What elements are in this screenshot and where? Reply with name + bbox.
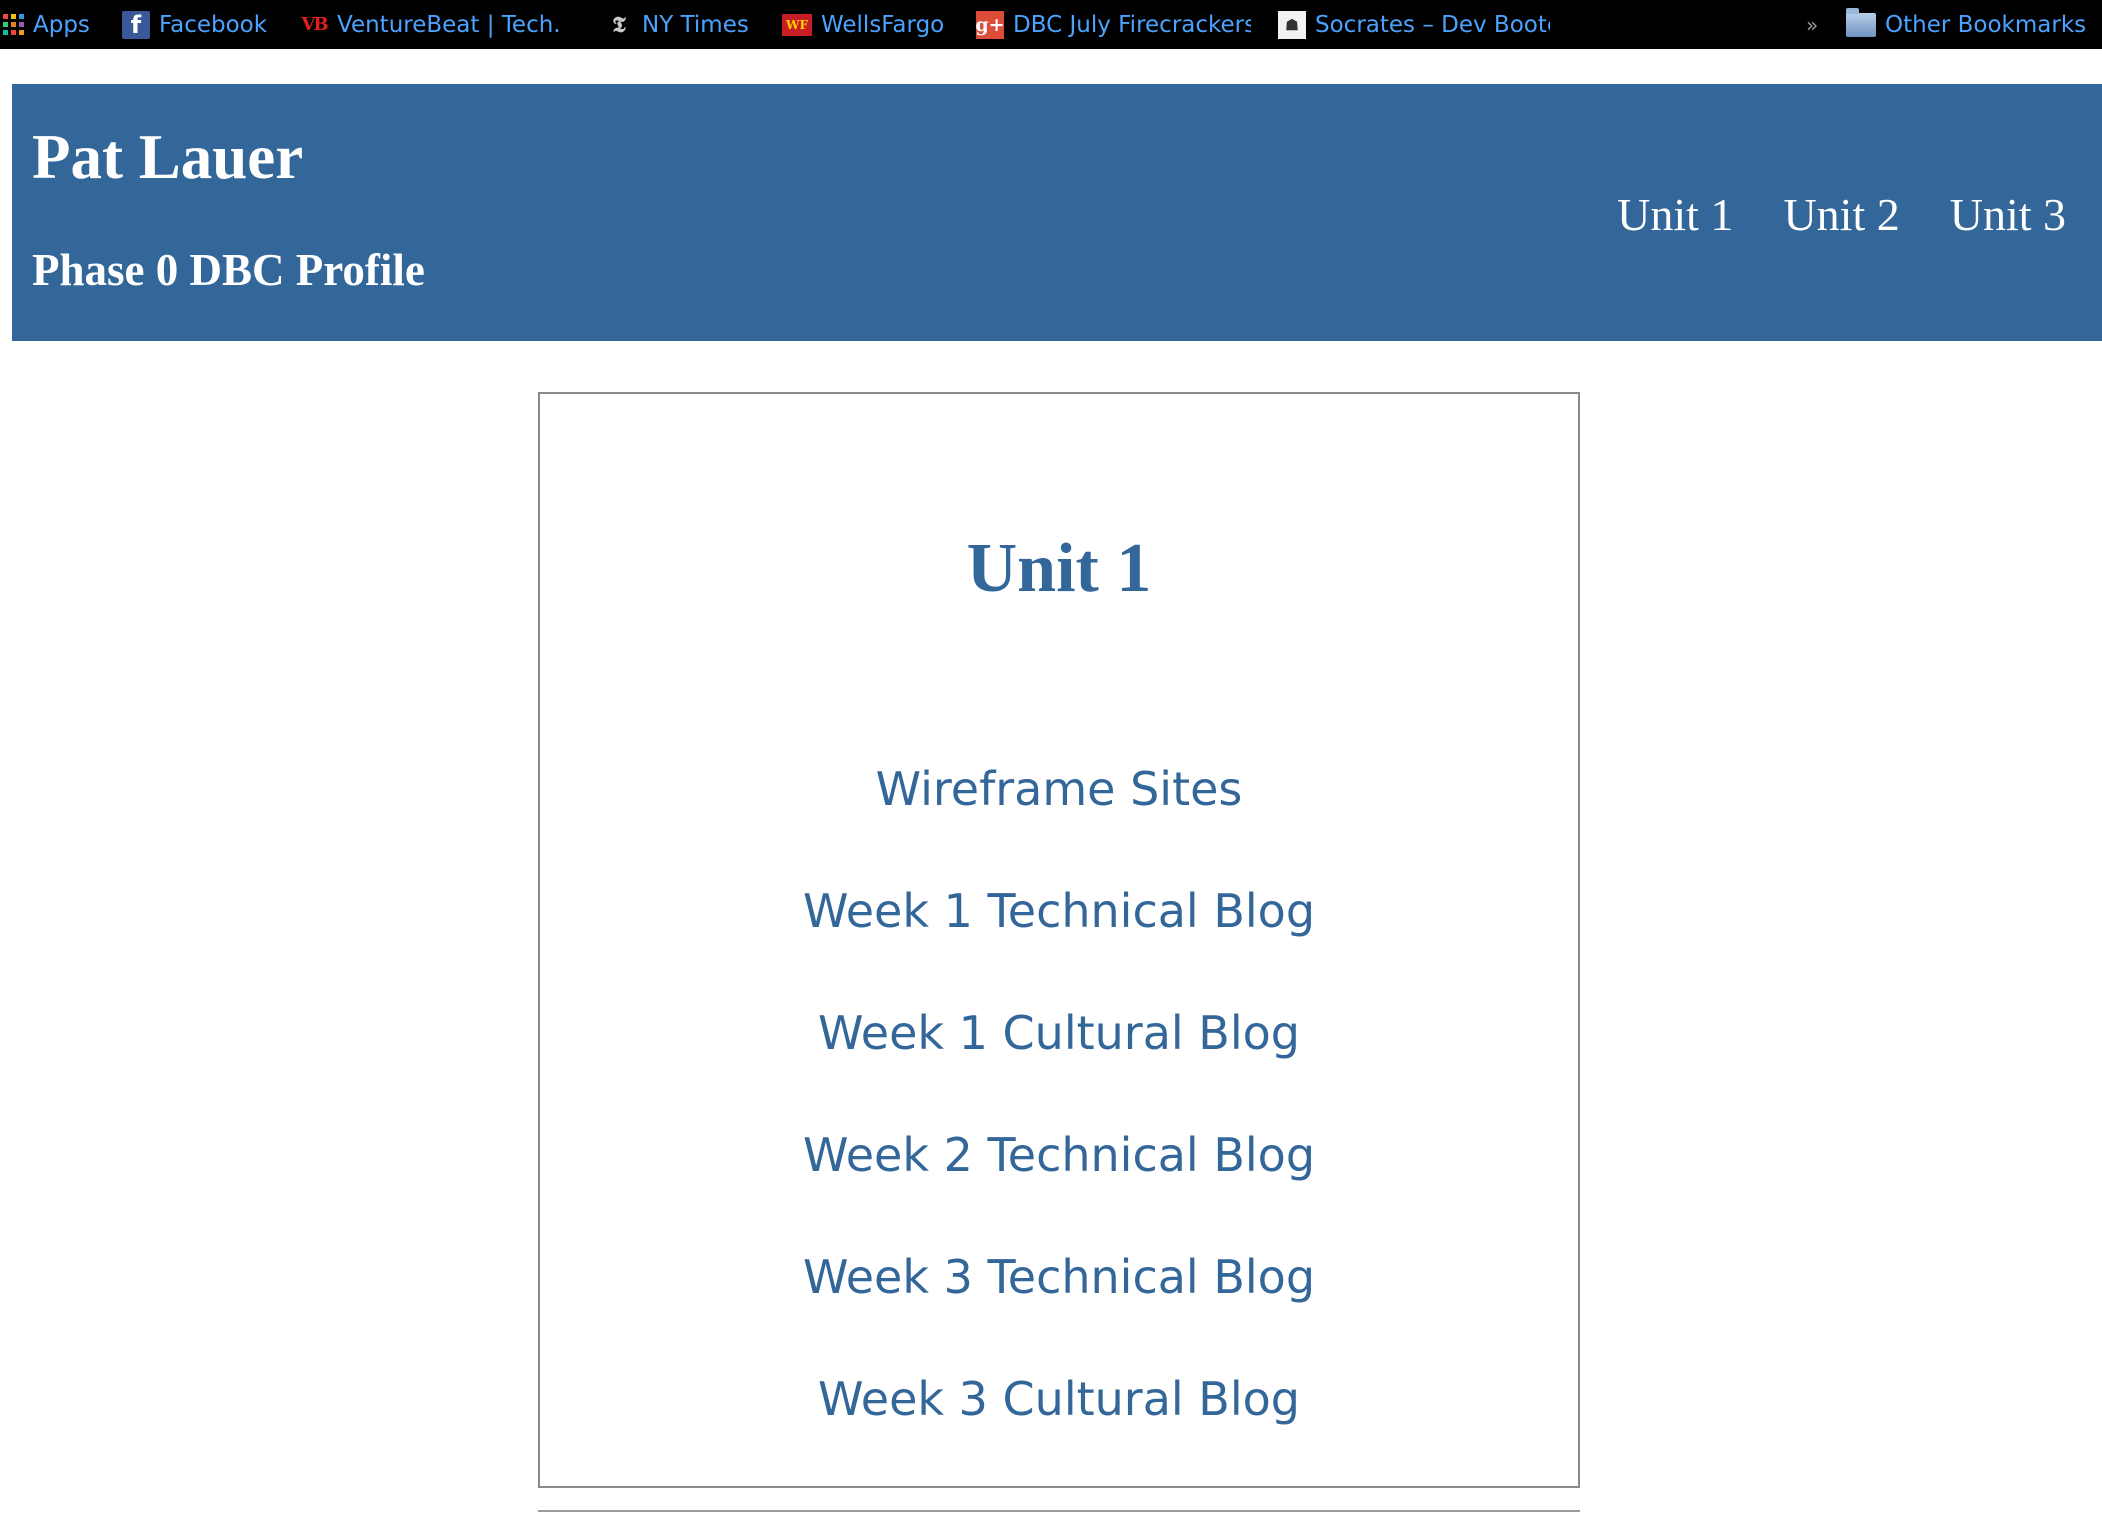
folder-icon	[1846, 7, 1876, 37]
wellsfargo-icon: WF	[782, 13, 812, 36]
bookmark-label: NY Times	[642, 11, 749, 38]
site-header: Pat Lauer Phase 0 DBC Profile Unit 1 Uni…	[12, 84, 2102, 341]
other-bookmarks-label: Other Bookmarks	[1885, 11, 2087, 38]
bookmark-label: VentureBeat | Tech.	[337, 11, 561, 38]
other-bookmarks[interactable]: Other Bookmarks	[1846, 0, 2096, 49]
bookmark-socrates[interactable]: ☗ Socrates – Dev Bootc	[1278, 0, 1550, 49]
bookmarks-bar: Apps f Facebook VB VentureBeat | Tech. 𝕿…	[0, 0, 2102, 49]
bookmark-label: Facebook	[159, 11, 268, 38]
nytimes-icon: 𝕿	[612, 11, 626, 38]
link-wireframe-sites[interactable]: Wireframe Sites	[876, 766, 1243, 812]
blog-link-list: Wireframe Sites Week 1 Technical Blog We…	[540, 766, 1578, 1498]
list-item: Week 1 Technical Blog	[540, 888, 1578, 1010]
bookmark-label: WellsFargo	[821, 11, 945, 38]
divider	[538, 1510, 1580, 1512]
bookmark-wellsfargo[interactable]: WF WellsFargo	[782, 0, 952, 49]
top-nav: Unit 1 Unit 2 Unit 3	[1617, 192, 2066, 238]
bookmark-dbc-july-firecrackers[interactable]: g+ DBC July Firecrackers	[976, 0, 1251, 49]
bookmark-label: Apps	[33, 11, 90, 38]
list-item: Wireframe Sites	[540, 766, 1578, 888]
nav-link-unit-3[interactable]: Unit 3	[1950, 192, 2066, 238]
link-week-1-technical-blog[interactable]: Week 1 Technical Blog	[803, 888, 1315, 934]
link-week-3-technical-blog[interactable]: Week 3 Technical Blog	[803, 1254, 1315, 1300]
bookmark-label: Socrates – Dev Bootc	[1315, 11, 1550, 38]
list-item: Week 3 Cultural Blog	[540, 1376, 1578, 1498]
facebook-icon: f	[122, 10, 150, 39]
site-subtitle: Phase 0 DBC Profile	[32, 245, 425, 295]
link-week-2-technical-blog[interactable]: Week 2 Technical Blog	[803, 1132, 1315, 1178]
bookmark-apps[interactable]: Apps	[3, 0, 93, 49]
unit-card: Unit 1 Wireframe Sites Week 1 Technical …	[538, 392, 1580, 1488]
list-item: Week 2 Technical Blog	[540, 1132, 1578, 1254]
apps-grid-icon	[3, 14, 24, 35]
socrates-icon: ☗	[1278, 10, 1306, 39]
bookmark-facebook[interactable]: f Facebook	[122, 0, 282, 49]
nav-link-unit-1[interactable]: Unit 1	[1617, 192, 1733, 238]
link-week-1-cultural-blog[interactable]: Week 1 Cultural Blog	[818, 1010, 1300, 1056]
bookmark-label: DBC July Firecrackers	[1013, 11, 1251, 38]
list-item: Week 3 Technical Blog	[540, 1254, 1578, 1376]
more-bookmarks-chevron-icon[interactable]: »	[1806, 0, 1818, 49]
bookmark-venturebeat[interactable]: VB VentureBeat | Tech.	[300, 0, 575, 49]
unit-heading: Unit 1	[966, 530, 1152, 607]
list-item: Week 1 Cultural Blog	[540, 1010, 1578, 1132]
bookmark-nytimes[interactable]: 𝕿 NY Times	[605, 0, 755, 49]
site-title: Pat Lauer	[32, 122, 304, 192]
google-plus-icon: g+	[976, 10, 1005, 39]
link-week-3-cultural-blog[interactable]: Week 3 Cultural Blog	[818, 1376, 1300, 1422]
venturebeat-icon: VB	[301, 14, 328, 35]
nav-link-unit-2[interactable]: Unit 2	[1783, 192, 1899, 238]
